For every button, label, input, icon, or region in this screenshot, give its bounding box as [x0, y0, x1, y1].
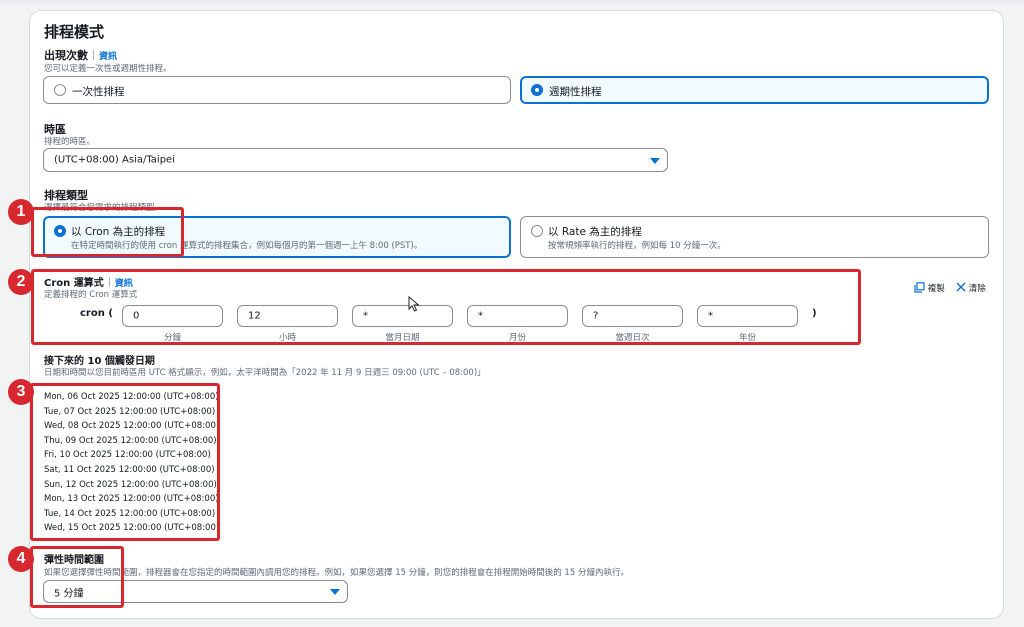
close-icon [956, 282, 966, 292]
annotation-badge-2: 2 [8, 269, 34, 295]
timezone-desc: 排程的時區。 [44, 137, 96, 147]
clear-button[interactable]: 清除 [956, 282, 986, 294]
top-border [0, 0, 1024, 4]
divider [93, 50, 94, 60]
annotation-badge-3: 3 [8, 379, 34, 405]
chevron-down-icon [650, 158, 660, 164]
one-time-schedule-tile[interactable]: 一次性排程 [43, 76, 511, 104]
annotation-box-1 [31, 207, 184, 257]
occurrence-label-row: 出現次數 資訊 [44, 47, 117, 63]
radio-recurring[interactable] [531, 84, 543, 96]
rate-tile-label: 以 Rate 為主的排程 [548, 226, 642, 238]
annotation-box-3 [30, 383, 220, 541]
radio-one-time[interactable] [54, 84, 66, 96]
timezone-value: (UTC+08:00) Asia/Taipei [54, 154, 175, 166]
recurring-label: 週期性排程 [549, 86, 602, 98]
occurrence-label: 出現次數 [44, 49, 88, 62]
occurrence-info-link[interactable]: 資訊 [99, 52, 117, 62]
rate-schedule-tile[interactable]: 以 Rate 為主的排程 按常規頻率執行的排程，例如每 10 分鐘一次。 [520, 216, 989, 258]
next-dates-label: 接下來的 10 個觸發日期 [44, 356, 155, 367]
copy-label: 複製 [927, 284, 945, 294]
annotation-box-2 [31, 269, 861, 345]
timezone-select[interactable]: (UTC+08:00) Asia/Taipei [43, 148, 668, 172]
one-time-label: 一次性排程 [72, 86, 125, 98]
section-title: 排程模式 [44, 23, 105, 41]
next-dates-desc: 日期和時間以您目前時區用 UTC 格式顯示，例如，太平洋時間為「2022 年 1… [44, 368, 486, 378]
flex-window-desc: 如果您選擇彈性時間範圍，排程器會在您指定的時間範圍內調用您的排程。例如，如果您選… [44, 568, 629, 578]
chevron-down-icon [330, 589, 340, 595]
annotation-badge-1: 1 [8, 199, 34, 225]
annotation-box-4 [30, 546, 124, 608]
clear-label: 清除 [968, 284, 986, 294]
copy-icon [914, 282, 925, 293]
radio-rate[interactable] [531, 225, 543, 237]
rate-tile-desc: 按常規頻率執行的排程，例如每 10 分鐘一次。 [548, 241, 726, 251]
occurrence-desc: 您可以定義一次性或週期性排程。 [44, 64, 172, 74]
copy-button[interactable]: 複製 [914, 282, 945, 294]
annotation-badge-4: 4 [8, 546, 34, 572]
recurring-schedule-tile[interactable]: 週期性排程 [520, 76, 989, 104]
